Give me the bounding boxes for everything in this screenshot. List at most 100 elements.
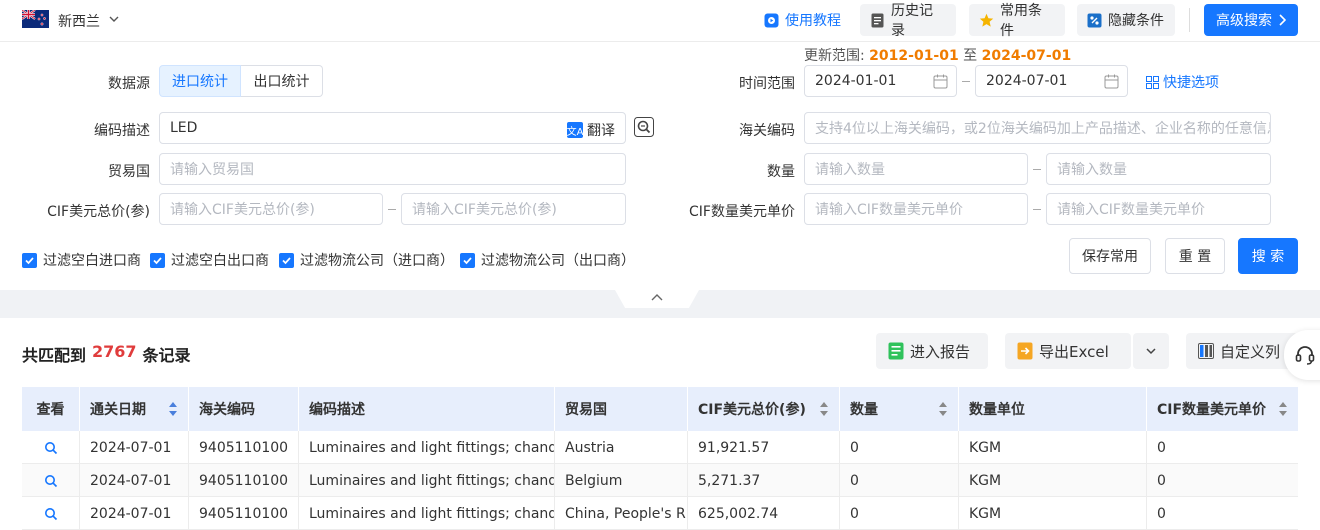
quantity-min-input[interactable]: 请输入数量	[804, 153, 1028, 185]
search-icon[interactable]	[44, 474, 58, 488]
sort-icon[interactable]	[168, 401, 178, 417]
sort-icon[interactable]	[819, 401, 829, 417]
col-code-desc: 编码描述	[299, 387, 555, 431]
new-zealand-flag-icon	[22, 10, 49, 28]
chevron-down-icon	[1146, 348, 1156, 355]
cell-unit: KGM	[959, 497, 1147, 530]
filter-blank-importer-checkbox[interactable]: 过滤空白进口商	[22, 250, 141, 270]
trade-country-input[interactable]: 请输入贸易国	[159, 153, 626, 185]
col-quantity-label: 数量	[850, 402, 878, 418]
sort-icon[interactable]	[938, 401, 948, 417]
chevron-down-icon[interactable]	[108, 13, 120, 25]
cif-total-min-input[interactable]: 请输入CIF美元总价(参)	[159, 193, 383, 225]
chevron-up-icon[interactable]	[650, 291, 664, 303]
cif-total-max-input[interactable]: 请输入CIF美元总价(参)	[401, 193, 626, 225]
export-dropdown-button[interactable]	[1133, 333, 1169, 369]
date-start-input[interactable]: 2024-01-01	[804, 65, 957, 97]
col-cif-total[interactable]: CIF美元总价(参)	[688, 387, 840, 431]
cell-cif-unit: 0	[1157, 505, 1166, 522]
columns-icon	[1198, 343, 1214, 359]
favorites-button[interactable]: 常用条件	[969, 3, 1065, 39]
cell-date: 2024-07-01	[80, 497, 189, 530]
quantity-label: 数量	[767, 164, 795, 180]
export-icon	[1017, 342, 1033, 360]
hide-conditions-button[interactable]: 隐藏条件	[1077, 4, 1175, 36]
filter-logistics-exporter-checkbox[interactable]: 过滤物流公司（出口商）	[460, 250, 635, 270]
enter-report-button[interactable]: 进入报告	[876, 333, 988, 369]
col-cif-unit-price-label: CIF数量美元单价	[1157, 402, 1267, 418]
top-bar: 新西兰 使用教程 历史记录 常用条件 隐藏条件 高级搜索	[0, 0, 1320, 42]
custom-columns-label: 自定义列	[1220, 342, 1281, 361]
customer-service-button[interactable]	[1284, 330, 1320, 380]
cell-unit: KGM	[959, 431, 1147, 464]
datasource-label: 数据源	[108, 76, 150, 92]
play-icon	[764, 13, 779, 28]
favorites-label: 常用条件	[1000, 3, 1042, 39]
check-icon	[22, 252, 37, 268]
filter-label: 过滤物流公司（出口商）	[481, 253, 635, 269]
code-desc-label: 编码描述	[94, 123, 150, 139]
chevron-right-icon	[1279, 14, 1286, 26]
update-range: 更新范围: 2012-01-01 至 2024-07-01	[804, 45, 1071, 65]
range-dash	[1033, 169, 1041, 170]
col-hs-code: 海关编码	[189, 387, 299, 431]
reset-button[interactable]: 重 置	[1165, 238, 1225, 274]
star-icon	[979, 13, 994, 28]
cell-cif-total: 625,002.74	[688, 497, 840, 530]
table-header: 查看 通关日期 海关编码 编码描述 贸易国 CIF美元总价(参) 数量 数量单位…	[22, 387, 1298, 431]
col-cif-total-label: CIF美元总价(参)	[698, 402, 806, 418]
quick-options-button[interactable]: 快捷选项	[1146, 72, 1219, 92]
save-common-button[interactable]: 保存常用	[1069, 238, 1151, 274]
filter-blank-exporter-checkbox[interactable]: 过滤空白出口商	[150, 250, 269, 270]
update-range-start: 2012-01-01	[869, 48, 959, 64]
cif-unit-min-input[interactable]: 请输入CIF数量美元单价	[804, 193, 1028, 225]
custom-columns-button[interactable]: 自定义列	[1186, 333, 1298, 369]
quick-options-label: 快捷选项	[1163, 75, 1219, 91]
cif-unit-max-input[interactable]: 请输入CIF数量美元单价	[1046, 193, 1271, 225]
cell-quantity: 0	[840, 431, 959, 464]
history-doc-icon	[870, 13, 885, 28]
check-icon	[460, 252, 475, 268]
hs-code-label: 海关编码	[739, 123, 795, 139]
tutorial-button[interactable]: 使用教程	[754, 4, 851, 36]
table-row: 2024-07-01 9405110100 Luminaires and lig…	[22, 431, 1298, 464]
col-cif-unit-price[interactable]: CIF数量美元单价	[1147, 387, 1298, 431]
col-quantity[interactable]: 数量	[840, 387, 959, 431]
history-label: 历史记录	[891, 3, 933, 39]
table-row: 2024-07-01 9405110100 Luminaires and lig…	[22, 497, 1298, 530]
history-button[interactable]: 历史记录	[860, 3, 956, 39]
filter-logistics-importer-checkbox[interactable]: 过滤物流公司（进口商）	[279, 250, 454, 270]
result-count: 共匹配到 2767 条记录	[22, 342, 191, 366]
search-icon[interactable]	[44, 441, 58, 455]
cell-cif-total: 91,921.57	[688, 431, 840, 464]
code-desc-input[interactable]: LED 文A 翻译	[159, 112, 626, 144]
cell-country: Belgium	[555, 464, 688, 497]
translate-button[interactable]: 文A 翻译	[567, 120, 615, 140]
cell-hs-code: 9405110100	[189, 464, 299, 497]
check-icon	[279, 252, 294, 268]
country-selector[interactable]: 新西兰	[58, 11, 100, 31]
check-icon	[150, 252, 165, 268]
hs-code-input[interactable]: 支持4位以上海关编码，或2位海关编码加上产品描述、企业名称的任意信息	[804, 112, 1271, 144]
search-button[interactable]: 搜 索	[1238, 238, 1298, 274]
date-end-input[interactable]: 2024-07-01	[975, 65, 1128, 97]
advanced-search-button[interactable]: 高级搜索	[1204, 4, 1298, 36]
search-lookup-icon[interactable]	[634, 117, 654, 137]
col-unit: 数量单位	[959, 387, 1147, 431]
advanced-search-label: 高级搜索	[1216, 13, 1272, 29]
search-icon[interactable]	[44, 507, 58, 521]
grid-icon	[1146, 75, 1159, 89]
col-clearance-date[interactable]: 通关日期	[80, 387, 189, 431]
date-start-value: 2024-01-01	[815, 73, 897, 89]
table-row: 2024-07-01 9405110100 Luminaires and lig…	[22, 464, 1298, 497]
export-excel-button[interactable]: 导出Excel	[1005, 333, 1131, 369]
update-range-prefix: 更新范围:	[804, 48, 870, 64]
datasource-toggle: 进口统计 出口统计	[159, 65, 323, 97]
quantity-max-input[interactable]: 请输入数量	[1046, 153, 1271, 185]
tab-import[interactable]: 进口统计	[159, 65, 241, 97]
translate-label: 翻译	[587, 123, 615, 139]
sort-icon[interactable]	[1278, 401, 1288, 417]
filter-label: 过滤空白进口商	[43, 253, 141, 269]
filter-label: 过滤物流公司（进口商）	[300, 253, 454, 269]
tab-export[interactable]: 出口统计	[241, 65, 323, 97]
